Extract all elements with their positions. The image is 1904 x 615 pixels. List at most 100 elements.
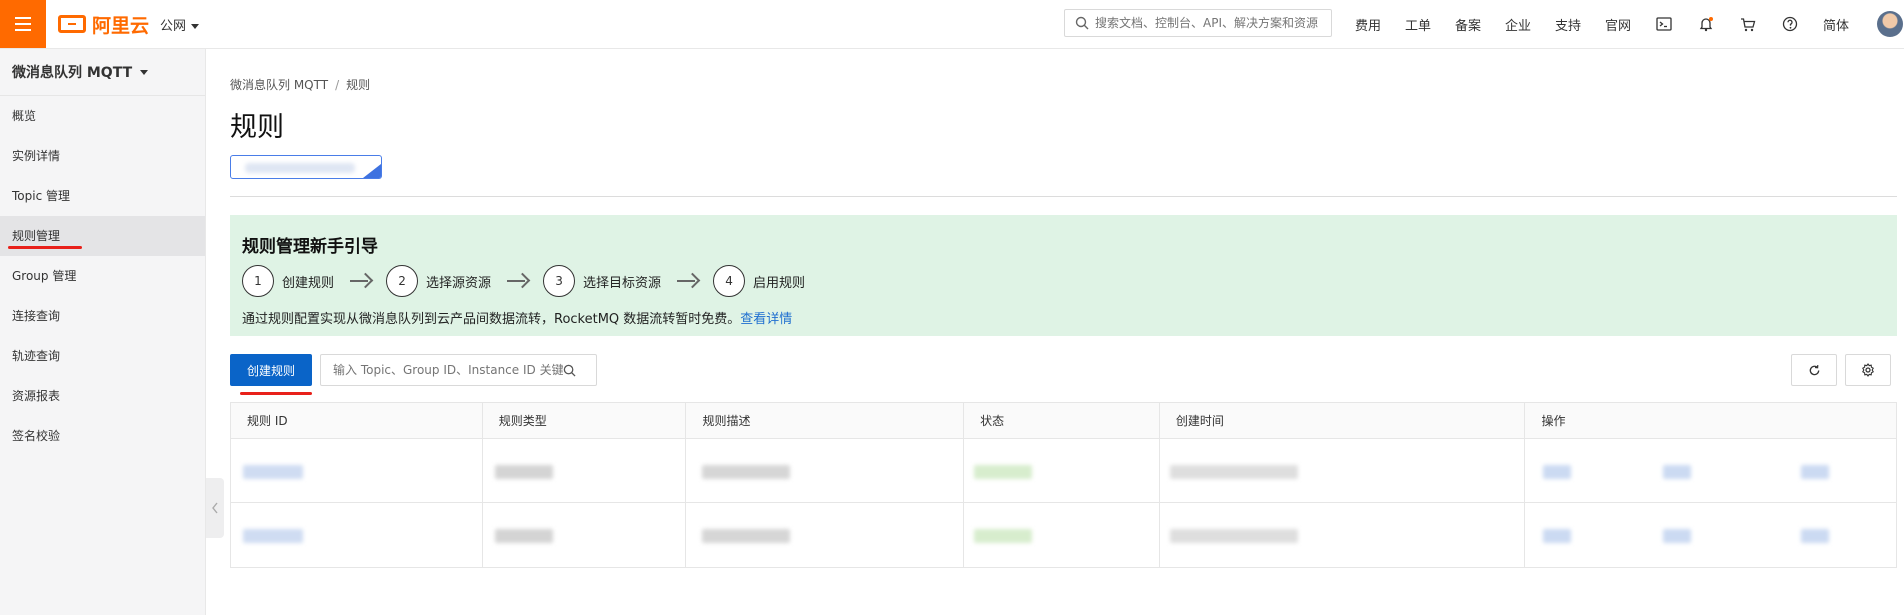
sidebar-item-rule-management[interactable]: 规则管理 bbox=[0, 216, 205, 256]
rule-description-cell bbox=[686, 439, 965, 502]
rule-id-cell[interactable] bbox=[231, 439, 483, 502]
guide-description: 通过规则配置实现从微消息队列到云产品间数据流转，RocketMQ 数据流转暂时免… bbox=[242, 308, 792, 327]
bell-icon[interactable] bbox=[1685, 16, 1727, 32]
column-header-rule-type: 规则类型 bbox=[483, 403, 687, 438]
rule-id-cell[interactable] bbox=[231, 503, 483, 567]
settings-button[interactable] bbox=[1845, 354, 1891, 386]
sidebar-item-topic-management[interactable]: Topic 管理 bbox=[0, 176, 205, 216]
redacted-action-link[interactable] bbox=[1663, 465, 1692, 479]
redacted-value bbox=[1169, 465, 1298, 479]
global-search-input[interactable] bbox=[1095, 16, 1331, 30]
logo-text: 阿里云 bbox=[92, 14, 150, 37]
step-label: 选择源资源 bbox=[426, 275, 492, 291]
column-header-rule-id: 规则 ID bbox=[231, 403, 483, 438]
nav-tickets[interactable]: 工单 bbox=[1393, 15, 1443, 34]
nav-icp[interactable]: 备案 bbox=[1443, 15, 1493, 34]
top-bar: 阿里云 公网 费用 工单 备案 企业 支持 官网 简体 bbox=[0, 0, 1904, 49]
guide-description-text: 通过规则配置实现从微消息队列到云产品间数据流转，RocketMQ 数据流转暂时免… bbox=[242, 312, 741, 327]
product-switcher[interactable]: 微消息队列 MQTT bbox=[0, 49, 205, 96]
main-content: 微消息队列 MQTT / 规则 规则 规则管理新手引导 1 创建规则 2 选择源资源… bbox=[206, 49, 1904, 615]
rules-table: 规则 ID 规则类型 规则描述 状态 创建时间 操作 bbox=[230, 402, 1897, 568]
breadcrumb-parent[interactable]: 微消息队列 MQTT bbox=[230, 78, 328, 92]
column-header-status: 状态 bbox=[964, 403, 1160, 438]
redacted-action-link[interactable] bbox=[1801, 529, 1830, 543]
breadcrumb: 微消息队列 MQTT / 规则 bbox=[230, 76, 370, 93]
top-nav: 费用 工单 备案 企业 支持 官网 简体 bbox=[1343, 0, 1861, 48]
aliyun-logo[interactable]: 阿里云 bbox=[58, 12, 150, 37]
cart-icon[interactable] bbox=[1727, 17, 1769, 32]
sidebar-item-signature-check[interactable]: 签名校验 bbox=[0, 416, 205, 456]
rule-type-cell bbox=[483, 439, 687, 502]
redacted-status bbox=[974, 529, 1033, 543]
redacted-action-link[interactable] bbox=[1543, 529, 1572, 543]
column-header-created-time: 创建时间 bbox=[1160, 403, 1526, 438]
step-number: 3 bbox=[543, 265, 576, 297]
step-number: 1 bbox=[242, 265, 274, 297]
nav-enterprise[interactable]: 企业 bbox=[1493, 15, 1543, 34]
column-header-actions: 操作 bbox=[1541, 414, 1566, 428]
view-details-link[interactable]: 查看详情 bbox=[740, 312, 792, 327]
guide-step: 1 创建规则 bbox=[242, 265, 334, 297]
sidebar-item-resource-report[interactable]: 资源报表 bbox=[0, 376, 205, 416]
redacted-value bbox=[494, 465, 553, 479]
selected-check-icon bbox=[363, 164, 381, 178]
step-label: 创建规则 bbox=[282, 275, 335, 291]
sidebar-item-overview[interactable]: 概览 bbox=[0, 96, 205, 136]
annotation-underline bbox=[240, 392, 312, 395]
create-rule-button[interactable]: 创建规则 bbox=[230, 354, 312, 386]
sidebar-item-instance-details[interactable]: 实例详情 bbox=[0, 136, 205, 176]
guide-steps: 1 创建规则 2 选择源资源 3 选择目标资源 4 启用规则 bbox=[242, 265, 805, 297]
rule-filter-input[interactable] bbox=[333, 363, 563, 377]
step-label: 选择目标资源 bbox=[583, 275, 662, 291]
refresh-icon bbox=[1809, 364, 1819, 375]
status-cell bbox=[964, 439, 1160, 502]
redacted-value bbox=[494, 529, 553, 543]
search-icon[interactable] bbox=[563, 364, 576, 377]
redacted-status bbox=[974, 465, 1033, 479]
status-cell bbox=[964, 503, 1160, 567]
step-number: 4 bbox=[713, 265, 746, 297]
help-icon[interactable] bbox=[1769, 16, 1811, 32]
sidebar-item-group-management[interactable]: Group 管理 bbox=[0, 256, 205, 296]
breadcrumb-current: 规则 bbox=[346, 78, 371, 92]
arrow-right-icon bbox=[507, 274, 529, 288]
redacted-value bbox=[243, 529, 303, 543]
breadcrumb-separator: / bbox=[335, 78, 340, 92]
global-search[interactable] bbox=[1064, 9, 1332, 37]
onboarding-guide: 规则管理新手引导 1 创建规则 2 选择源资源 3 选择目标资源 4 启用规则 … bbox=[230, 215, 1897, 336]
page-title: 规则 bbox=[230, 112, 284, 143]
redacted-action-link[interactable] bbox=[1543, 465, 1572, 479]
guide-title: 规则管理新手引导 bbox=[242, 237, 378, 257]
guide-step: 2 选择源资源 bbox=[386, 265, 491, 297]
rule-type-cell bbox=[483, 503, 687, 567]
user-avatar[interactable] bbox=[1877, 11, 1903, 37]
instance-selector[interactable] bbox=[230, 155, 382, 179]
terminal-icon[interactable] bbox=[1643, 17, 1685, 31]
redacted-value bbox=[702, 465, 791, 479]
region-selector[interactable]: 公网 bbox=[160, 15, 200, 34]
language-switch[interactable]: 简体 bbox=[1811, 15, 1861, 34]
sidebar-item-trace-query[interactable]: 轨迹查询 bbox=[0, 336, 205, 376]
nav-support[interactable]: 支持 bbox=[1543, 15, 1593, 34]
region-label: 公网 bbox=[160, 19, 187, 34]
table-row bbox=[231, 439, 1896, 503]
created-time-cell bbox=[1160, 503, 1526, 567]
chevron-down-icon bbox=[191, 24, 200, 29]
guide-step: 3 选择目标资源 bbox=[543, 265, 661, 297]
sidebar-item-connection-query[interactable]: 连接查询 bbox=[0, 296, 205, 336]
redacted-action-link[interactable] bbox=[1663, 529, 1692, 543]
rule-filter[interactable] bbox=[320, 354, 597, 386]
table-row bbox=[231, 503, 1896, 567]
chevron-down-icon bbox=[140, 69, 149, 75]
instance-name-redacted bbox=[245, 163, 355, 173]
table-header: 规则 ID 规则类型 规则描述 状态 创建时间 操作 bbox=[231, 403, 1896, 439]
gear-icon bbox=[1862, 363, 1874, 377]
refresh-button[interactable] bbox=[1791, 354, 1837, 386]
hamburger-menu-button[interactable] bbox=[0, 0, 46, 48]
nav-official-site[interactable]: 官网 bbox=[1593, 15, 1643, 34]
nav-billing[interactable]: 费用 bbox=[1343, 15, 1393, 34]
search-icon bbox=[1075, 16, 1089, 30]
guide-step: 4 启用规则 bbox=[713, 265, 805, 297]
sidebar: 微消息队列 MQTT 概览 实例详情 Topic 管理 规则管理 Group 管… bbox=[0, 49, 206, 615]
redacted-action-link[interactable] bbox=[1801, 465, 1830, 479]
